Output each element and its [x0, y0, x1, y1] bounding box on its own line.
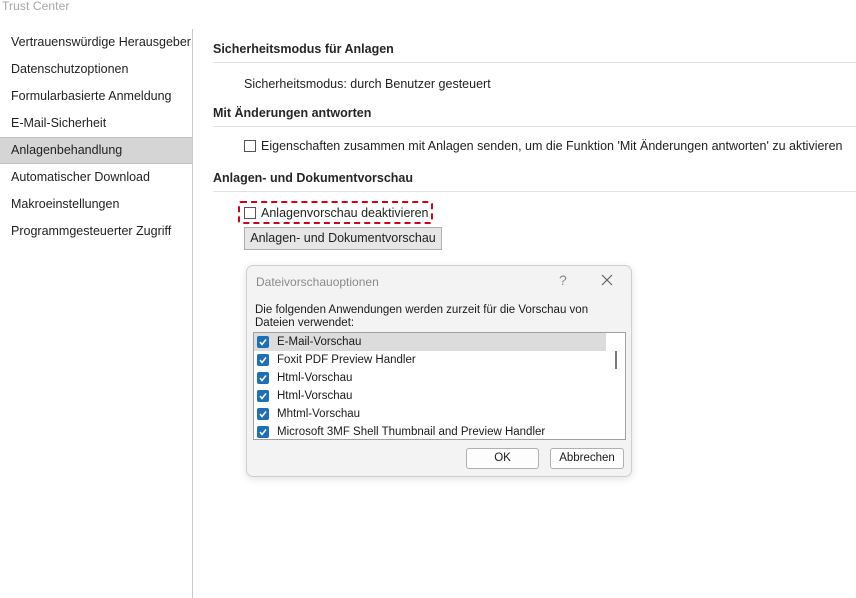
- list-item[interactable]: Html-Vorschau: [254, 369, 625, 387]
- checkbox-checked-icon[interactable]: [257, 426, 269, 438]
- list-item[interactable]: Mhtml-Vorschau: [254, 405, 625, 423]
- list-item-label: Mhtml-Vorschau: [277, 408, 361, 420]
- anlagenvorschau-deaktivieren-checkbox[interactable]: [244, 207, 256, 219]
- list-item-label: Foxit PDF Preview Handler: [277, 354, 416, 366]
- list-item[interactable]: E-Mail-Vorschau: [254, 333, 606, 351]
- list-item-label: Html-Vorschau: [277, 390, 353, 402]
- anlagenvorschau-deaktivieren-label: Anlagenvorschau deaktivieren: [261, 206, 429, 220]
- checkbox-checked-icon[interactable]: [257, 408, 269, 420]
- sidebar-item-datenschutzoptionen[interactable]: Datenschutzoptionen: [0, 56, 192, 83]
- section-header-anlagen-dokumentvorschau: Anlagen- und Dokumentvorschau: [213, 171, 856, 192]
- sidebar-item-programmgesteuerter-zugriff[interactable]: Programmgesteuerter Zugriff: [0, 218, 192, 245]
- sidebar-item-automatischer-download[interactable]: Automatischer Download: [0, 164, 192, 191]
- sidebar-item-email-sicherheit[interactable]: E-Mail-Sicherheit: [0, 110, 192, 137]
- eigenschaften-senden-label: Eigenschaften zusammen mit Anlagen sende…: [261, 139, 843, 153]
- help-icon[interactable]: ?: [559, 272, 567, 288]
- list-scrollbar-thumb[interactable]: [615, 351, 617, 369]
- sidebar-item-formularbasierte-anmeldung[interactable]: Formularbasierte Anmeldung: [0, 83, 192, 110]
- eigenschaften-senden-checkbox-row[interactable]: Eigenschaften zusammen mit Anlagen sende…: [244, 139, 843, 153]
- sicherheitsmodus-text: Sicherheitsmodus: durch Benutzer gesteue…: [244, 77, 491, 91]
- checkbox-checked-icon[interactable]: [257, 336, 269, 348]
- list-item[interactable]: Microsoft 3MF Shell Thumbnail and Previe…: [254, 423, 625, 439]
- section-header-mit-aenderungen-antworten: Mit Änderungen antworten: [213, 106, 856, 127]
- close-icon[interactable]: [599, 272, 615, 288]
- list-item-label: Html-Vorschau: [277, 372, 353, 384]
- preview-handler-list[interactable]: E-Mail-Vorschau Foxit PDF Preview Handle…: [253, 332, 626, 440]
- sidebar-item-vertrauenswuerdige-herausgeber[interactable]: Vertrauenswürdige Herausgeber: [0, 29, 192, 56]
- checkbox-checked-icon[interactable]: [257, 354, 269, 366]
- anlagenvorschau-deaktivieren-row[interactable]: Anlagenvorschau deaktivieren: [244, 206, 428, 220]
- section-header-sicherheitsmodus: Sicherheitsmodus für Anlagen: [213, 42, 856, 63]
- list-item-label: E-Mail-Vorschau: [277, 336, 362, 348]
- checkbox-checked-icon[interactable]: [257, 390, 269, 402]
- eigenschaften-senden-checkbox[interactable]: [244, 140, 256, 152]
- list-item[interactable]: Html-Vorschau: [254, 387, 625, 405]
- window-title: Trust Center: [2, 0, 70, 13]
- sidebar-item-makroeinstellungen[interactable]: Makroeinstellungen: [0, 191, 192, 218]
- dateivorschauoptionen-dialog: Dateivorschauoptionen ? Die folgenden An…: [246, 265, 632, 477]
- dialog-description: Die folgenden Anwendungen werden zurzeit…: [255, 304, 589, 329]
- dialog-title: Dateivorschauoptionen: [256, 275, 379, 289]
- sidebar: Vertrauenswürdige Herausgeber Datenschut…: [0, 29, 193, 598]
- abbrechen-button[interactable]: Abbrechen: [550, 448, 624, 469]
- ok-button[interactable]: OK: [466, 448, 539, 469]
- anlagen-dokumentvorschau-button[interactable]: Anlagen- und Dokumentvorschau: [244, 227, 442, 250]
- checkbox-checked-icon[interactable]: [257, 372, 269, 384]
- sidebar-item-anlagenbehandlung[interactable]: Anlagenbehandlung: [0, 137, 192, 164]
- list-item-label: Microsoft 3MF Shell Thumbnail and Previe…: [277, 426, 546, 438]
- list-item[interactable]: Foxit PDF Preview Handler: [254, 351, 625, 369]
